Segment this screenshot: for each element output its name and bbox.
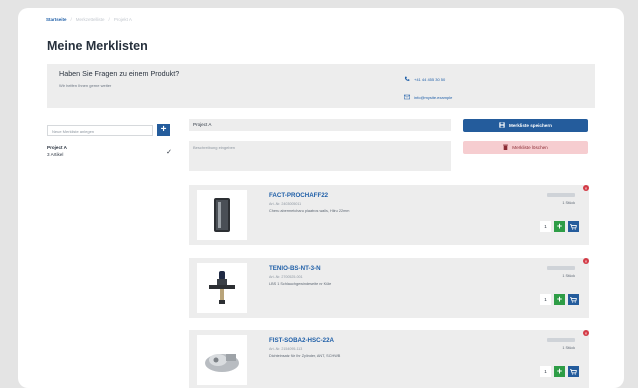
breadcrumb: Startseite / Merkzettelliste / Projekt A [46,17,132,22]
product-article-number: Art.-Nr. 2700525-001 [269,275,303,279]
remove-item-icon[interactable]: × [583,330,589,336]
breadcrumb-item: Projekt A [113,17,132,22]
remove-item-icon[interactable]: × [583,258,589,264]
valve-connector-icon [209,271,235,304]
product-price [547,266,575,270]
list-name-input[interactable]: Project A [189,119,451,131]
product-item: FACT-PROCHAFF22 Art.-Nr. 2403005011 Cher… [189,185,589,245]
increase-quantity-button[interactable]: + [554,221,565,232]
product-unit: 1 Stück [562,346,575,350]
checkmark-icon: ✓ [166,149,172,156]
cart-icon [570,368,577,375]
save-list-button[interactable]: Merkliste speichern [463,119,588,132]
add-to-cart-button[interactable] [568,366,579,377]
quantity-field[interactable]: 1 [540,366,551,377]
product-article-number: Art.-Nr. 2154095-113 [269,347,303,351]
quantity-field[interactable]: 1 [540,294,551,305]
delete-list-button[interactable]: Merkliste löschen [463,141,588,154]
phone-icon [404,76,410,82]
product-image[interactable] [197,263,247,313]
product-price [547,193,575,197]
product-article-number: Art.-Nr. 2403005011 [269,202,302,206]
list-description-input[interactable]: Beschreibung eingeben [189,141,451,171]
breadcrumb-item[interactable]: Merkzettelliste [76,17,105,22]
phone-number[interactable]: +41 44 455 30 50 [414,77,445,82]
product-description: Dichteinsatz für Ihr Zylinder, ANT, SCHW… [269,354,341,358]
quantity-field[interactable]: 1 [540,221,551,232]
breadcrumb-item[interactable]: Startseite [46,17,67,22]
page-title: Meine Merklisten [47,39,148,53]
cart-icon [570,296,577,303]
increase-quantity-button[interactable]: + [554,366,565,377]
breadcrumb-separator: / [108,17,110,22]
add-to-cart-button[interactable] [568,221,579,232]
product-description: LBS 1 Schlauchgewindeseite nr Küle [269,282,332,286]
product-name[interactable]: FACT-PROCHAFF22 [269,192,328,199]
product-price [547,338,575,342]
help-box: Haben Sie Fragen zu einem Produkt? Wir h… [47,64,595,108]
new-list-input[interactable]: Neue Merkliste anlegen [47,125,153,136]
mail-icon [404,94,410,100]
cylinder-filter-icon [214,198,230,232]
help-subtext: Wir helfen Ihnen gerne weiter [59,83,112,88]
product-image[interactable] [197,335,247,385]
breadcrumb-separator: / [70,17,72,22]
product-description: Cheru abermetcharu plaatros walls, Hiiru… [269,209,350,213]
add-to-cart-button[interactable] [568,294,579,305]
remove-item-icon[interactable]: × [583,185,589,191]
product-unit: 1 Stück [562,274,575,278]
trash-icon [503,144,509,151]
product-name[interactable]: TENIO-BS-NT-3-N [269,265,321,272]
delete-list-label: Merkliste löschen [512,145,548,150]
product-unit: 1 Stück [562,201,575,205]
email-address[interactable]: info@mysite.example [414,95,452,100]
list-item-name: Project A [47,145,67,150]
page-card: Startseite / Merkzettelliste / Projekt A… [18,8,624,388]
help-phone[interactable]: +41 44 455 30 50 [404,76,445,82]
increase-quantity-button[interactable]: + [554,294,565,305]
product-item: TENIO-BS-NT-3-N Art.-Nr. 2700525-001 LBS… [189,258,589,318]
list-item[interactable]: Project A 3 Artikel ✓ [47,145,172,157]
list-item-count: 3 Artikel [47,152,64,157]
save-list-label: Merkliste speichern [509,123,552,128]
help-email[interactable]: info@mysite.example [404,94,452,100]
product-name[interactable]: FIST-SOBA2-HSC-22A [269,337,334,344]
product-item: FIST-SOBA2-HSC-22A Art.-Nr. 2154095-113 … [189,330,589,388]
cart-icon [570,223,577,230]
add-list-button[interactable]: + [157,124,170,136]
product-image[interactable] [197,190,247,240]
help-heading: Haben Sie Fragen zu einem Produkt? [59,69,180,78]
save-icon [499,122,505,129]
pump-part-icon [205,354,239,372]
